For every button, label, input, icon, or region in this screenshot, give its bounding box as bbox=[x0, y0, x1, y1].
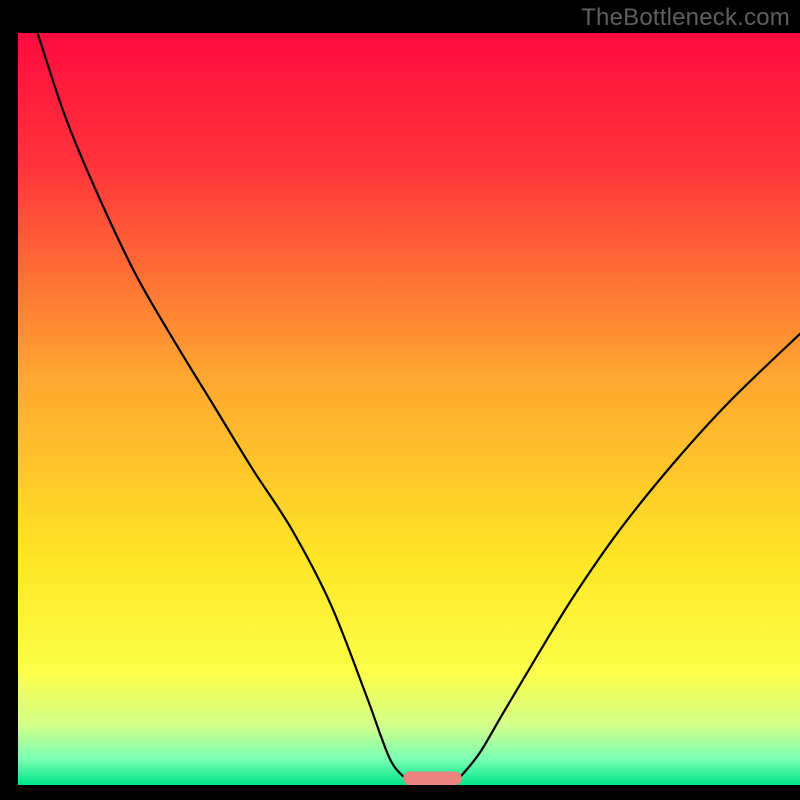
bottleneck-chart bbox=[0, 0, 800, 800]
chart-frame: TheBottleneck.com bbox=[0, 0, 800, 800]
watermark-text: TheBottleneck.com bbox=[581, 4, 790, 32]
optimal-range-pill bbox=[403, 771, 462, 785]
plot-background bbox=[18, 33, 800, 785]
